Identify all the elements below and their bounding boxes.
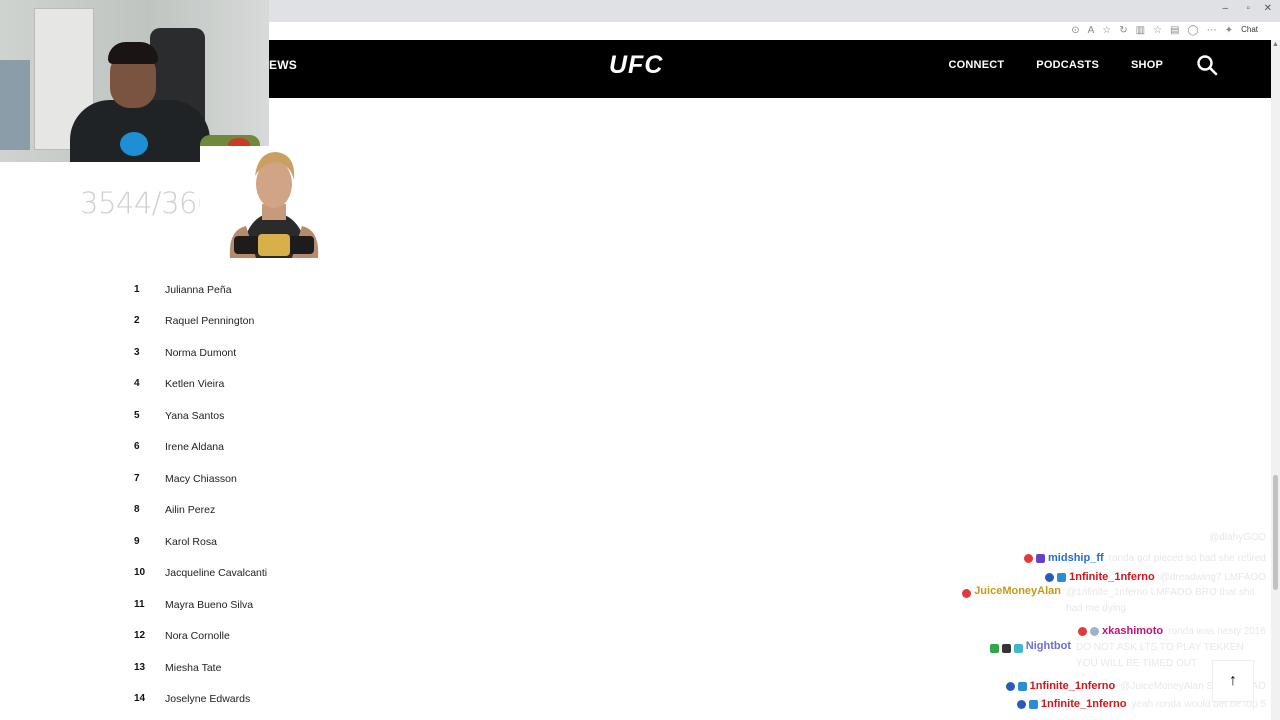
fighter-name[interactable]: Julianna Peña [165, 284, 232, 296]
rank-number: 6 [134, 441, 140, 452]
rank-number: 4 [134, 378, 140, 389]
fighter-name[interactable]: Yana Santos [165, 410, 224, 422]
chat-username[interactable]: xkashimoto [1102, 625, 1163, 637]
favorite-star-icon[interactable]: ☆ [1102, 25, 1111, 36]
address-bar[interactable]: ⊙ A ☆ ↻ ▥ ☆ ▤ ◯ ⋯ ✦ Chat [270, 22, 1272, 41]
rank-number: 7 [134, 473, 140, 484]
minimize-button[interactable]: – [1222, 3, 1228, 14]
scroll-up-icon[interactable]: ▲ [1272, 41, 1279, 48]
fighter-name[interactable]: Karol Rosa [165, 536, 217, 548]
profile-icon[interactable]: ◯ [1188, 25, 1199, 36]
favorites-icon[interactable]: ☆ [1153, 25, 1162, 36]
drop-badge-icon [1078, 626, 1088, 636]
globe-badge-icon [1016, 699, 1026, 709]
rank-number: 8 [134, 504, 140, 515]
webcam-overlay [0, 0, 269, 162]
glasses-badge-icon [1090, 626, 1100, 636]
rank-number: 9 [134, 536, 140, 547]
rank-number: 2 [134, 315, 140, 326]
chat-message: 1nfinite_1nferno @dreadwing7 LMFAOO [1045, 568, 1266, 586]
refresh-icon[interactable]: ↻ [1119, 25, 1127, 36]
mod-badge-icon [989, 644, 999, 653]
nav-link-shop[interactable]: SHOP [1131, 59, 1163, 71]
close-window-button[interactable]: ✕ [1264, 3, 1272, 14]
chat-message: midship_ff ronda got pieced so bad she r… [1024, 549, 1266, 567]
tab-strip: – ▫ ✕ [270, 0, 1280, 22]
rank-number: 14 [134, 693, 146, 704]
chat-text: ronda got pieced so bad she retired [1108, 552, 1266, 564]
globe-badge-icon [1045, 572, 1055, 582]
chat-button[interactable]: Chat [1241, 25, 1258, 36]
fighter-name[interactable]: Macy Chiasson [165, 473, 237, 485]
back-to-top-button[interactable]: ↑ [1212, 660, 1254, 702]
chat-message: xkashimoto ronda was nasty 2016 [1078, 622, 1266, 640]
scrollbar-thumb[interactable] [1273, 475, 1278, 590]
drop-badge-icon [962, 589, 972, 598]
split-screen-icon[interactable]: ▥ [1136, 25, 1145, 36]
nav-right-links: CONNECT PODCASTS SHOP [949, 40, 1272, 90]
bot-badge-icon [1013, 644, 1023, 653]
maximize-button[interactable]: ▫ [1246, 3, 1250, 14]
nav-link-podcasts[interactable]: PODCASTS [1036, 59, 1099, 71]
chat-username[interactable]: 1nfinite_1nferno [1069, 571, 1155, 583]
nav-link-news[interactable]: EWS [269, 40, 297, 90]
chat-text: @dreadwing7 LMFAOO [1159, 571, 1266, 583]
rank-number: 12 [134, 630, 146, 641]
rank-number: 3 [134, 347, 140, 358]
rank-number: 1 [134, 284, 140, 295]
chat-message-continuation: @dlahyGOD [1209, 532, 1266, 543]
prime-badge-icon [1017, 681, 1027, 691]
prime-badge-icon [1028, 699, 1038, 709]
verified-badge-icon [1001, 644, 1011, 653]
fighter-name[interactable]: Mayra Bueno Silva [165, 599, 253, 611]
collections-icon[interactable]: ▤ [1170, 25, 1179, 36]
fighter-name[interactable]: Nora Cornolle [165, 630, 230, 642]
fighter-name[interactable]: Ketlen Vieira [165, 378, 224, 390]
search-icon[interactable] [1195, 53, 1219, 77]
more-menu-icon[interactable]: ⋯ [1207, 25, 1217, 36]
rank-number: 13 [134, 662, 146, 673]
fighter-name[interactable]: Norma Dumont [165, 347, 236, 359]
fighter-name[interactable]: Irene Aldana [165, 441, 224, 453]
rank-number: 11 [134, 599, 145, 610]
chat-username[interactable]: 1nfinite_1nferno [1030, 680, 1116, 692]
fighter-name[interactable]: Ailin Perez [165, 504, 215, 516]
fighter-photo [200, 146, 348, 258]
fighter-name[interactable]: Miesha Tate [165, 662, 221, 674]
fighter-name[interactable]: Joselyne Edwards [165, 693, 250, 705]
rank-number: 5 [134, 410, 140, 421]
chat-message: JuiceMoneyAlan @1nfinite_1nferno LMFAOO … [962, 585, 1266, 621]
zoom-icon[interactable]: ⊙ [1071, 25, 1079, 36]
globe-badge-icon [1005, 681, 1015, 691]
drop-badge-icon [1024, 553, 1034, 563]
fighter-name[interactable]: Raquel Pennington [165, 315, 254, 327]
site-header: EWS UFC CONNECT PODCASTS SHOP [269, 40, 1271, 98]
rank-number: 10 [134, 567, 146, 578]
chat-text: ronda was nasty 2016 [1168, 625, 1266, 637]
chat-username[interactable]: JuiceMoneyAlan [974, 585, 1061, 597]
page-scrollbar[interactable]: ▲ [1271, 40, 1280, 720]
fighter-name[interactable]: Jacqueline Cavalcanti [165, 567, 267, 579]
ufc-logo[interactable]: UFC [609, 51, 663, 80]
toolbar-icons: ⊙ A ☆ ↻ ▥ ☆ ▤ ◯ ⋯ ✦ Chat [1071, 25, 1258, 36]
prime-badge-icon [1057, 572, 1067, 582]
chat-username[interactable]: Nightbot [1026, 640, 1071, 652]
copilot-icon[interactable]: ✦ [1225, 25, 1233, 36]
nav-link-connect[interactable]: CONNECT [949, 59, 1005, 71]
chat-username[interactable]: midship_ff [1048, 552, 1104, 564]
chat-username[interactable]: 1nfinite_1nferno [1041, 698, 1127, 710]
chat-text: @1nfinite_1nferno LMFAOO BRO that shit h… [1066, 587, 1255, 614]
arrow-up-icon: ↑ [1229, 672, 1237, 689]
sub-badge-icon [1036, 553, 1046, 563]
read-aloud-icon[interactable]: A [1088, 25, 1095, 36]
